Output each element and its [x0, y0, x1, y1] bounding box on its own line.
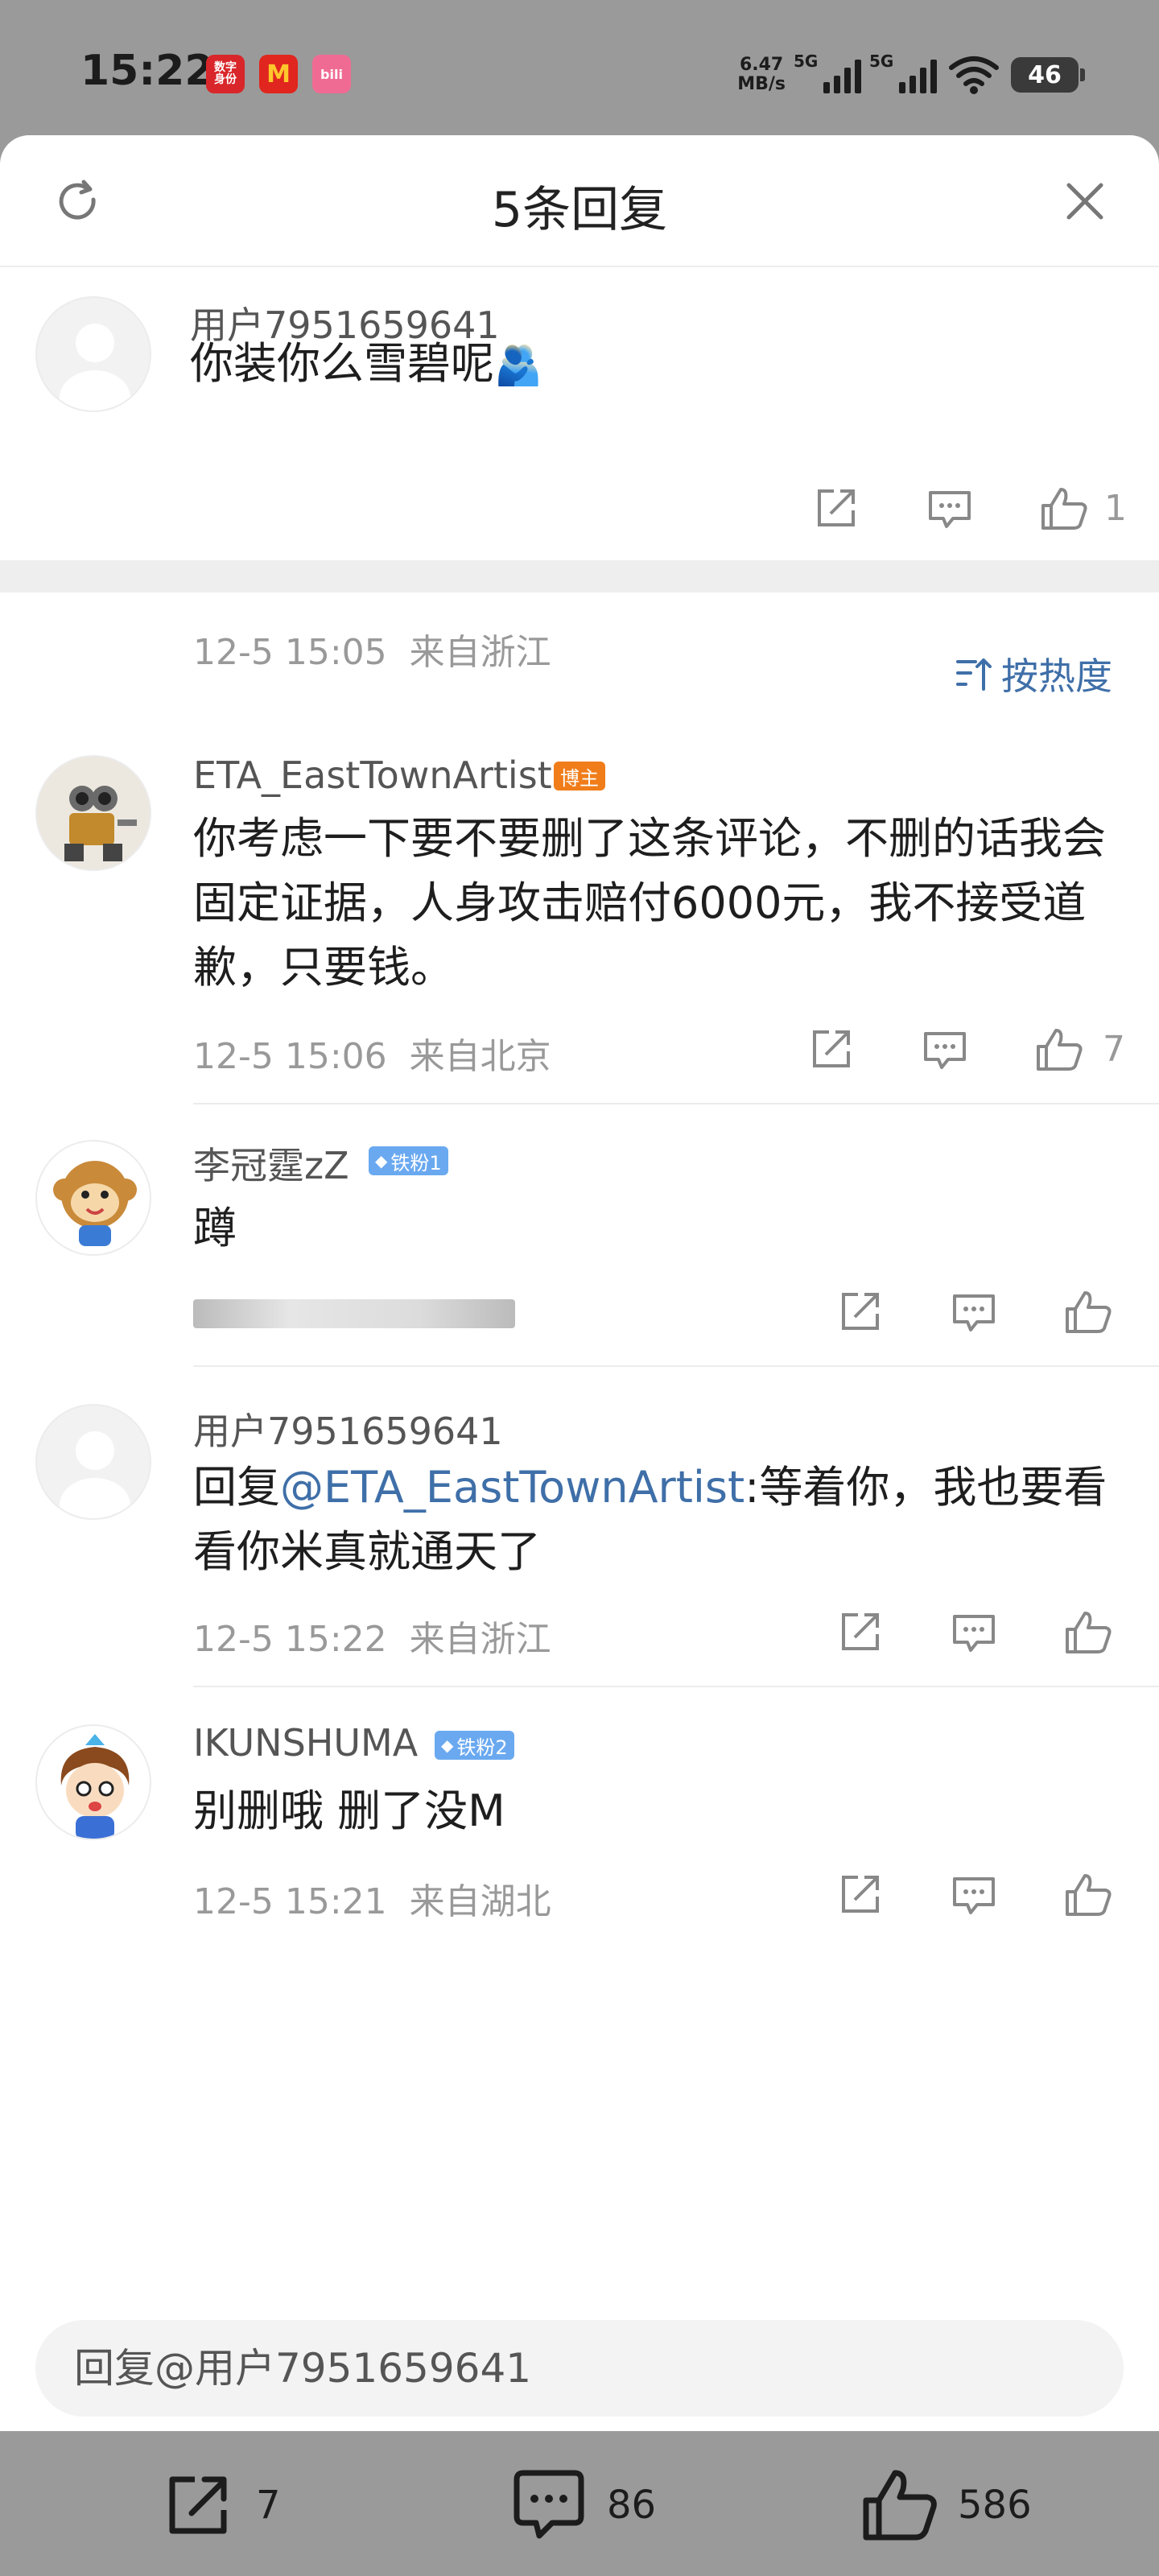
- like-icon[interactable]: [1033, 1024, 1085, 1075]
- share-icon: [169, 2476, 227, 2534]
- comment-icon: [514, 2470, 584, 2539]
- share-icon[interactable]: [810, 483, 861, 535]
- fan-badge: ◆ 铁粉2: [435, 1731, 514, 1760]
- like-count: 7: [1103, 1029, 1125, 1070]
- avatar[interactable]: [35, 1724, 151, 1840]
- bilibili-app-icon: bili: [312, 55, 351, 93]
- comment-text: 回复@ETA_EastTownArtist:等着你，我也要看看你米真就通天了: [193, 1462, 1107, 1577]
- username[interactable]: 用户7951659641: [193, 1402, 503, 1455]
- status-indicators: 6.47 MB/s 5G 5G 46: [737, 47, 1085, 103]
- username[interactable]: IKUNSHUMA: [193, 1721, 418, 1765]
- avatar[interactable]: [35, 1140, 151, 1256]
- comment-text: 你考虑一下要不要删了这条评论，不删的话我会固定证据，人身攻击赔付6000元，我不…: [193, 813, 1106, 993]
- comment-meta: 12-5 15:21 来自湖北: [193, 1881, 551, 1922]
- mcdonalds-app-icon: M: [259, 55, 298, 93]
- network-speed: 6.47 MB/s: [737, 55, 786, 94]
- digital-id-app-icon: 数字 身份: [206, 55, 245, 93]
- share-icon[interactable]: [834, 1869, 885, 1921]
- sort-button[interactable]: 按热度: [955, 647, 1112, 700]
- close-icon[interactable]: [1059, 175, 1111, 227]
- battery-icon: 46: [1011, 57, 1085, 93]
- avatar[interactable]: [35, 755, 151, 871]
- comment-button[interactable]: 86: [509, 2465, 656, 2545]
- comment-text: 你装你么雪碧呢🫂: [190, 338, 542, 389]
- author-badge: 博主: [554, 762, 605, 791]
- comment-text: 别删哦 删了没M: [193, 1785, 505, 1836]
- blurred-meta: [193, 1299, 515, 1328]
- share-icon[interactable]: [834, 1607, 885, 1658]
- comment-icon[interactable]: [924, 483, 975, 535]
- like-button[interactable]: 586: [860, 2465, 1032, 2545]
- sort-icon: [956, 658, 992, 691]
- comment-count: 86: [607, 2483, 657, 2528]
- diamond-icon: ◆: [441, 1736, 454, 1755]
- comment-text: 蹲: [193, 1203, 237, 1253]
- share-icon[interactable]: [805, 1024, 856, 1075]
- status-time: 15:22: [80, 47, 214, 95]
- mention-link[interactable]: @ETA_EastTownArtist: [280, 1462, 744, 1513]
- avatar[interactable]: [35, 1404, 151, 1520]
- signal-2-icon: 5G: [869, 52, 937, 93]
- like-icon: [863, 2470, 937, 2541]
- comment-icon[interactable]: [948, 1286, 1000, 1338]
- bottom-action-bar: 7 86 586: [0, 2431, 1159, 2576]
- divider: [193, 1686, 1159, 1687]
- fan-badge: ◆ 铁粉1: [369, 1146, 448, 1175]
- like-icon[interactable]: [1038, 483, 1090, 535]
- reply-input-container: [35, 2320, 1124, 2417]
- status-bar: 15:22 数字 身份 M bili 6.47 MB/s 5G 5G 46: [0, 0, 1159, 137]
- like-count: 1: [1104, 488, 1127, 529]
- comment-meta: 12-5 15:05 来自浙江: [193, 632, 551, 673]
- like-icon[interactable]: [1062, 1607, 1114, 1658]
- replies-panel: 5条回复 用户7951659641 你装你么雪碧呢🫂 12-5 15:05 来自…: [0, 135, 1159, 2431]
- divider: [193, 1365, 1159, 1367]
- hug-emoji-icon: 🫂: [494, 343, 542, 388]
- share-icon[interactable]: [834, 1286, 885, 1338]
- username[interactable]: ETA_EastTownArtist: [193, 753, 552, 797]
- comment-icon[interactable]: [919, 1024, 971, 1075]
- reply-input[interactable]: [35, 2320, 1124, 2417]
- sort-label: 按热度: [1001, 654, 1112, 698]
- panel-header: 5条回复: [0, 135, 1159, 267]
- diamond-icon: ◆: [375, 1151, 388, 1170]
- page-title: 5条回复: [491, 182, 668, 238]
- avatar[interactable]: [35, 296, 151, 412]
- share-count: 7: [256, 2483, 281, 2528]
- comment-icon[interactable]: [948, 1607, 1000, 1658]
- share-button[interactable]: 7: [158, 2465, 281, 2545]
- comment-icon[interactable]: [948, 1869, 1000, 1921]
- comment-meta: 12-5 15:06 来自北京: [193, 1036, 551, 1077]
- section-divider: [0, 560, 1159, 592]
- comment-meta: 12-5 15:22 来自浙江: [193, 1619, 551, 1660]
- like-icon[interactable]: [1062, 1286, 1114, 1338]
- like-icon[interactable]: [1062, 1869, 1114, 1921]
- wifi-icon: [949, 56, 999, 94]
- signal-1-icon: 5G: [794, 52, 861, 93]
- like-count: 586: [958, 2483, 1032, 2528]
- username[interactable]: 李冠霆zZ: [193, 1137, 349, 1190]
- divider: [193, 1103, 1159, 1104]
